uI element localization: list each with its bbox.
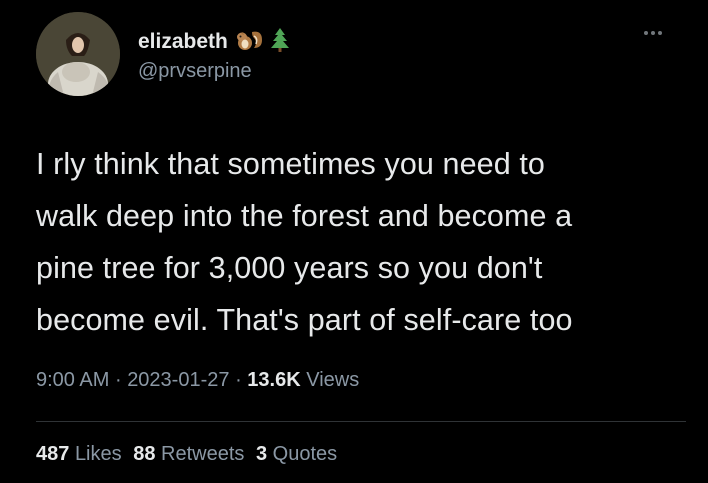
tweet: elizabeth @prvserpine I rly think that s… [0,0,708,483]
tweet-metadata: 9:00 AM · 2023-01-27 · 13.6K Views [36,369,359,392]
tweet-time[interactable]: 9:00 AM [36,369,109,391]
user-handle[interactable]: @prvserpine [138,60,290,83]
tweet-text-line: I rly think that sometimes you need to [36,147,545,181]
likes-count: 487 [36,443,70,465]
chipmunk-icon [234,28,264,57]
retweets-count: 88 [133,443,156,465]
quotes-label: Quotes [272,443,338,465]
quotes-count: 3 [255,443,268,465]
likes-stat[interactable]: 487 Likes [36,443,127,465]
tweet-text-line: walk deep into the forest and become a [36,199,573,233]
quotes-stat[interactable]: 3 Quotes [256,443,337,465]
likes-label: Likes [74,443,122,465]
views-label: Views [306,369,360,391]
meta-separator: · [114,369,122,391]
more-dot [651,31,655,35]
pine-tree-icon [270,27,290,58]
tweet-text-line: pine tree for 3,000 years so you don't [36,251,543,285]
retweets-stat[interactable]: 88 Retweets [133,443,250,465]
retweets-label: Retweets [161,443,245,465]
display-name[interactable]: elizabeth [138,30,228,54]
divider [36,421,686,422]
meta-separator: · [235,369,242,391]
tweet-text-line: become evil. That's part of self-care to… [36,303,573,337]
views-count: 13.6K [247,369,301,391]
more-dot [644,31,648,35]
tweet-date[interactable]: 2023-01-27 [127,369,229,391]
more-dot [658,31,662,35]
tweet-text: I rly think that sometimes you need to w… [36,138,696,346]
avatar-portrait-icon [36,12,120,96]
engagement-stats: 487 Likes 88 Retweets 3 Quotes [36,443,343,466]
more-options-icon[interactable] [644,28,670,38]
name-row: elizabeth [138,27,290,58]
user-info: elizabeth @prvserpine [138,27,290,83]
avatar[interactable] [36,12,120,96]
